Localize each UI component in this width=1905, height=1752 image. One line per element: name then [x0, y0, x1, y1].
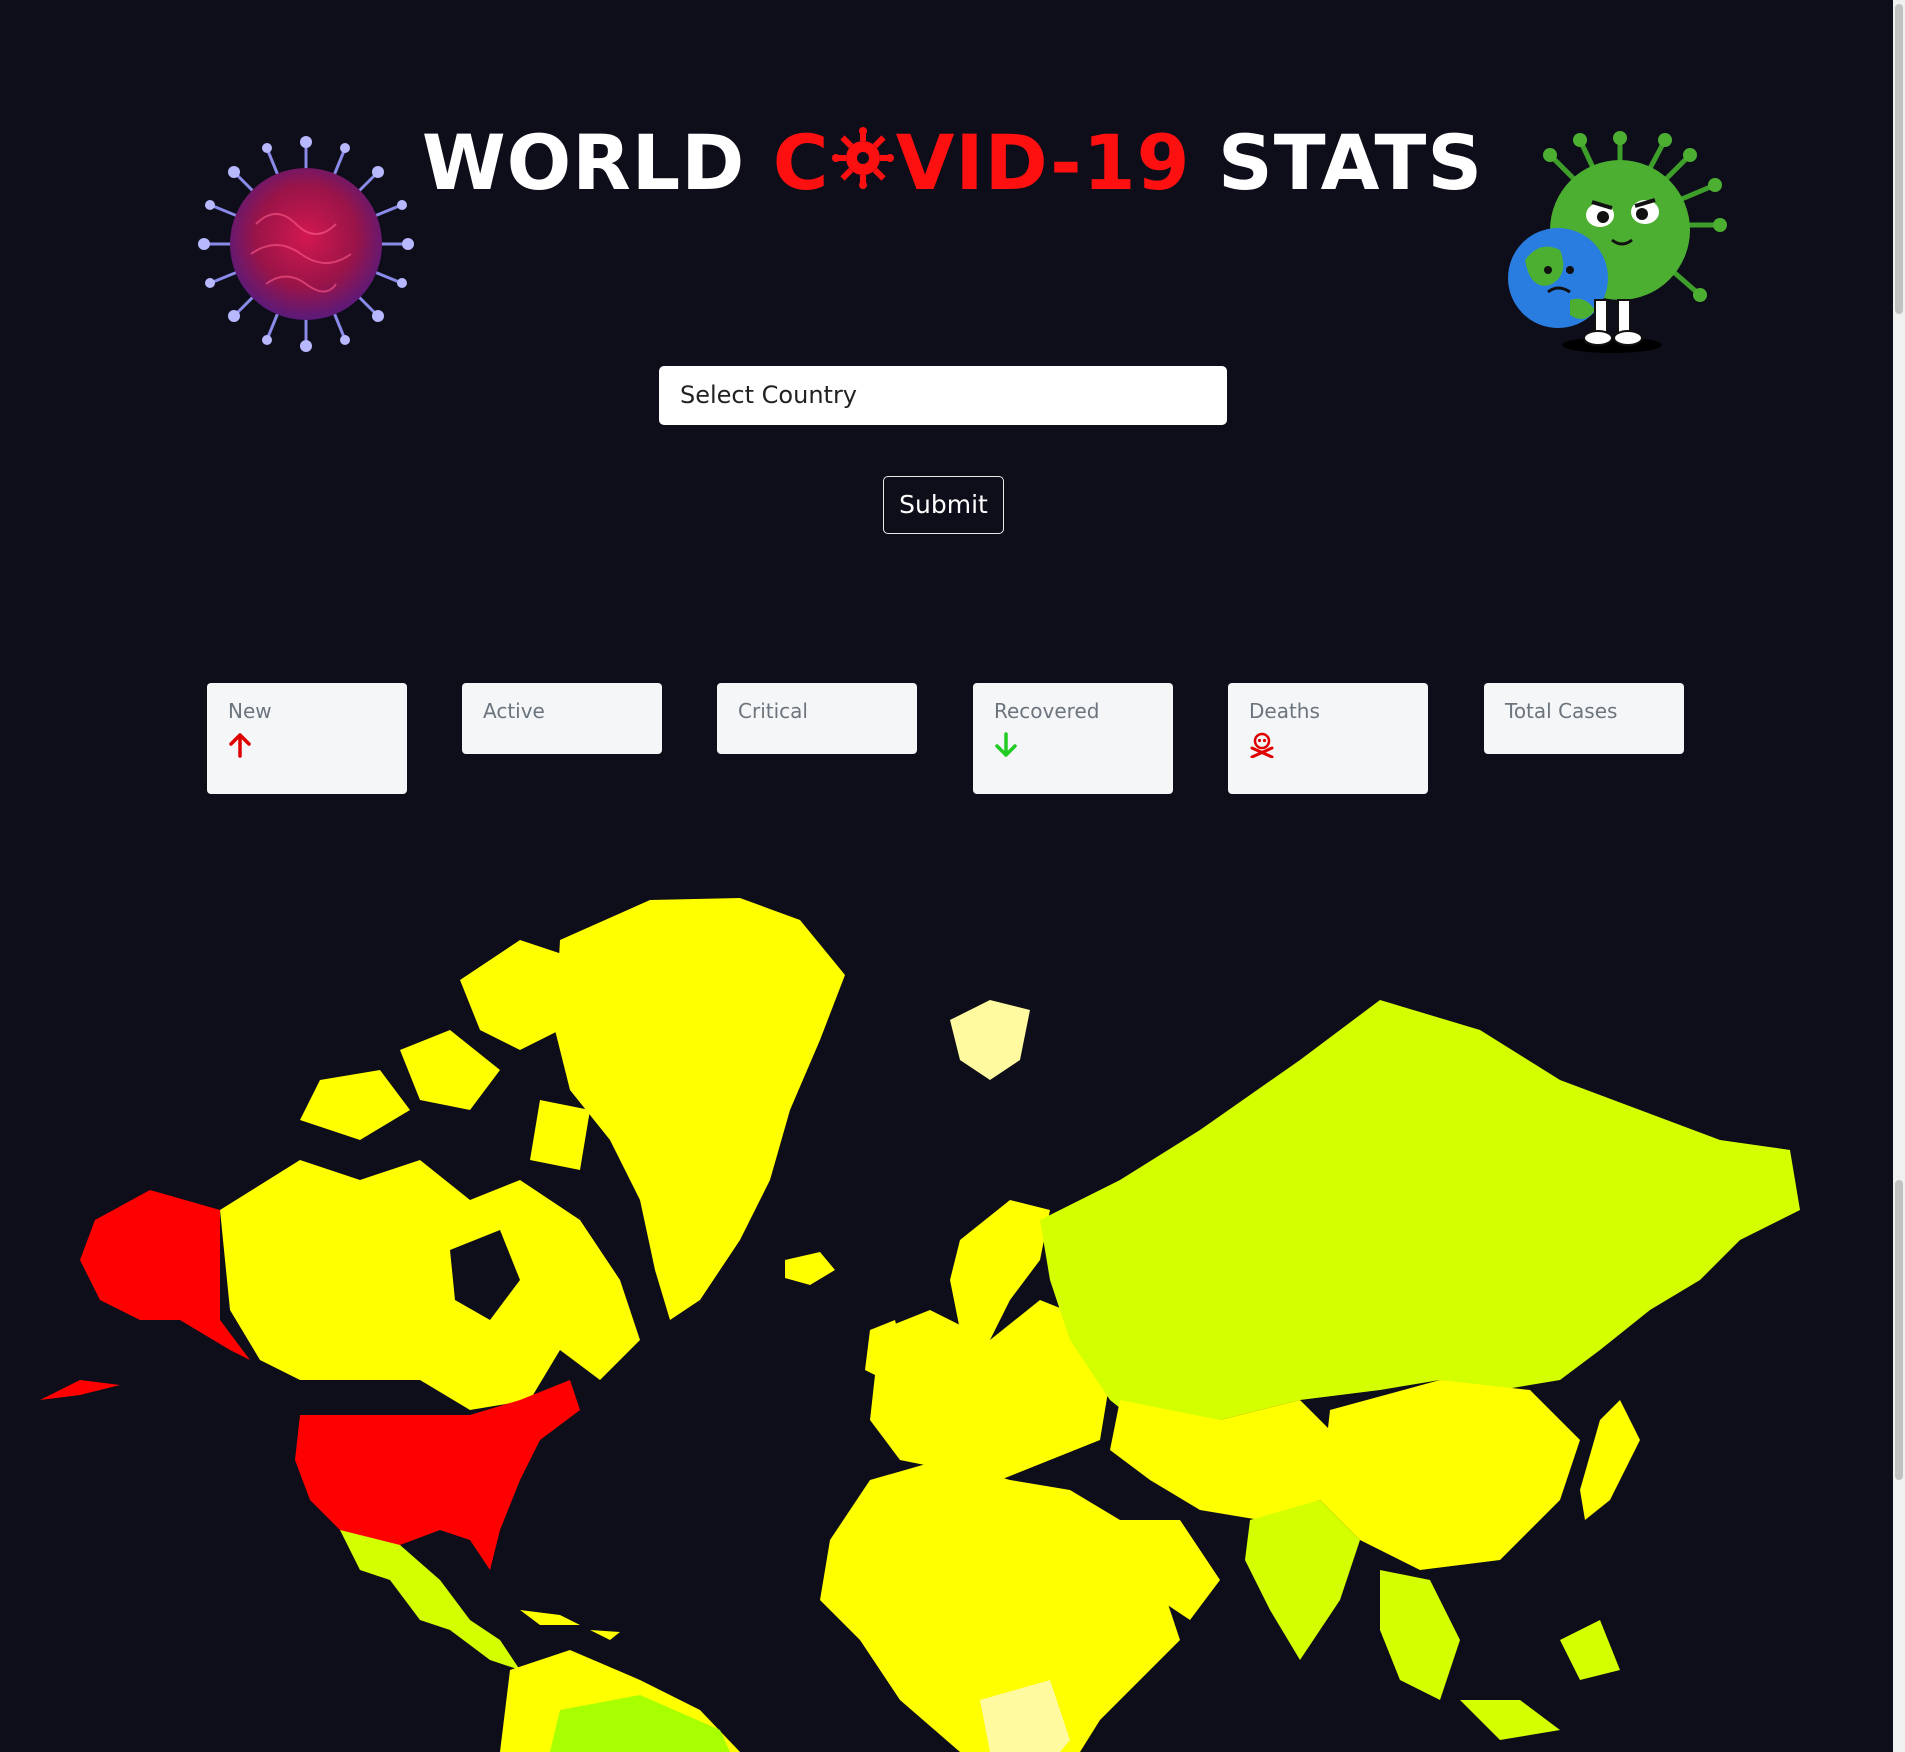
stat-card-new: New [207, 683, 407, 794]
germ-o-icon [831, 118, 894, 208]
stat-label-total-cases: Total Cases [1505, 699, 1618, 723]
stat-card-active: Active [462, 683, 662, 754]
world-choropleth-map[interactable] [0, 880, 1900, 1752]
virus-hugging-earth-image [1508, 131, 1727, 353]
map-region-india[interactable] [1245, 1500, 1360, 1660]
map-region-caribbean[interactable] [520, 1610, 620, 1640]
map-region-canada-arctic[interactable] [300, 940, 590, 1170]
skull-crossbones-icon [1249, 732, 1407, 759]
map-region-russia[interactable] [1040, 1000, 1800, 1440]
submit-button[interactable]: Submit [883, 476, 1004, 534]
map-region-canada[interactable] [220, 1160, 640, 1410]
title-covid: C VID-19 [772, 118, 1191, 208]
map-region-alaska[interactable] [40, 1190, 250, 1400]
stat-label-deaths: Deaths [1249, 699, 1320, 723]
map-region-southeast-asia[interactable] [1380, 1570, 1620, 1740]
arrow-up-icon [228, 732, 386, 758]
map-region-japan[interactable] [1580, 1400, 1640, 1520]
stat-card-deaths: Deaths [1228, 683, 1428, 794]
stat-card-total-cases: Total Cases [1484, 683, 1684, 754]
arrow-down-icon [994, 732, 1152, 758]
title-world: WORLD [421, 118, 746, 207]
stat-card-recovered: Recovered [973, 683, 1173, 794]
country-select-placeholder: Select Country [680, 381, 858, 409]
stat-label-new: New [228, 699, 272, 723]
map-region-svalbard[interactable] [950, 1000, 1030, 1080]
title-stats: STATS [1217, 118, 1484, 207]
coronavirus-image [198, 136, 414, 352]
stat-card-critical: Critical [717, 683, 917, 754]
stat-label-critical: Critical [738, 699, 808, 723]
map-region-usa[interactable] [295, 1380, 580, 1570]
stat-label-active: Active [483, 699, 545, 723]
country-select[interactable]: Select Country [659, 366, 1227, 425]
map-region-iceland[interactable] [785, 1252, 835, 1285]
stat-label-recovered: Recovered [994, 699, 1100, 723]
